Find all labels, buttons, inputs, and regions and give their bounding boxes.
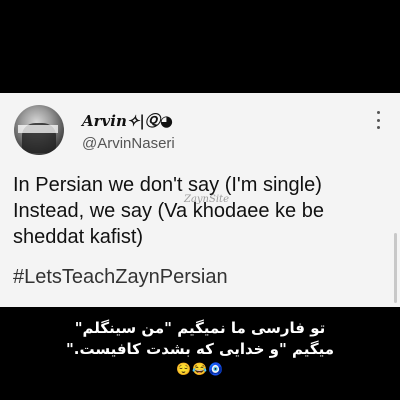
avatar[interactable] (14, 105, 64, 155)
dot (376, 111, 380, 114)
display-name[interactable]: Arvin✧|Ⓠ◕ (82, 110, 173, 131)
scrollbar[interactable] (394, 233, 397, 303)
dot (376, 118, 380, 122)
tweet-line: sheddat kafist) (13, 226, 144, 248)
hashtag-link[interactable]: #LetsTeachZaynPersian (13, 266, 228, 289)
user-handle[interactable]: @ArvinNaseri (82, 135, 175, 152)
video-caption: تو فارسی ما نمیگیم "من سینگلم" میگیم "و … (0, 318, 400, 360)
avatar-label (18, 125, 58, 133)
caption-line: میگیم "و خدایی که بشدت کافیست." (65, 340, 335, 358)
emoji-row: 😌😂🧿 (176, 362, 224, 376)
caption-line: تو فارسی ما نمیگیم "من سینگلم" (74, 319, 326, 337)
tweet-body: In Persian we don't say (I'm single) Ins… (13, 172, 393, 250)
dot (376, 126, 380, 129)
tweet-card[interactable]: Arvin✧|Ⓠ◕ @ArvinNaseri In Persian we don… (0, 93, 400, 307)
watermark: ZaynSite (184, 194, 229, 205)
more-options-icon[interactable] (374, 111, 382, 129)
